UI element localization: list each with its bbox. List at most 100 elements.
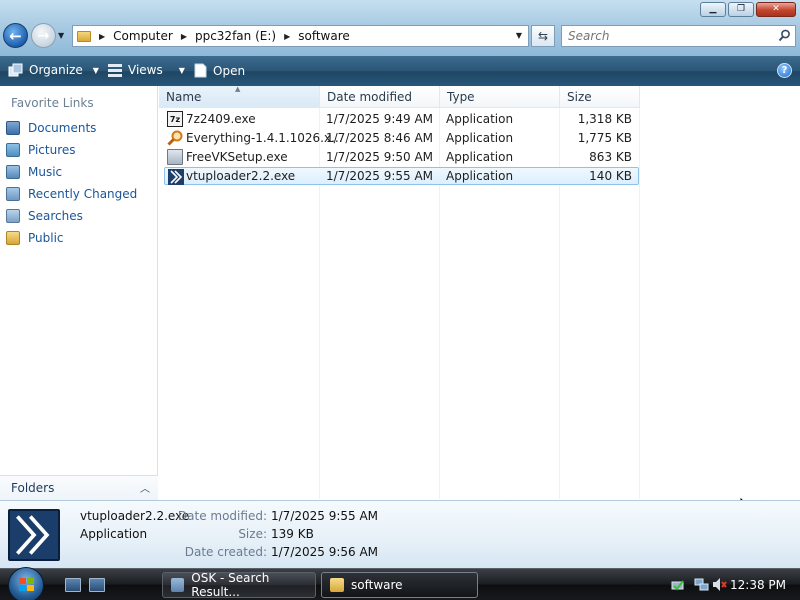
- file-row[interactable]: FreeVKSetup.exe 1/7/2025 9:50 AM Applica…: [164, 148, 639, 166]
- file-type: Application: [446, 131, 514, 145]
- back-button[interactable]: ←: [3, 23, 28, 48]
- column-header-date-modified[interactable]: Date modified: [320, 86, 440, 108]
- taskbar-button-osk[interactable]: OSK - Search Result...: [162, 571, 316, 599]
- show-desktop-icon[interactable]: [65, 578, 81, 592]
- sidebar-item-label: Public: [28, 231, 64, 245]
- maximize-button[interactable]: ❐: [728, 2, 754, 17]
- refresh-button[interactable]: ⇆: [531, 25, 555, 47]
- switch-windows-icon[interactable]: [89, 578, 105, 592]
- windows-logo-icon: [19, 578, 34, 591]
- address-dropdown-icon[interactable]: ▼: [516, 31, 522, 40]
- file-date: 1/7/2025 9:55 AM: [326, 169, 434, 183]
- taskbar: OSK - Search Result... software 12:38 PM: [0, 567, 800, 600]
- details-size: 139 KB: [271, 527, 314, 541]
- file-size: 863 KB: [589, 150, 632, 164]
- notification-area: 12:38 PM: [654, 569, 800, 600]
- pictures-icon: [6, 143, 20, 157]
- sidebar-item-pictures[interactable]: Pictures: [6, 141, 76, 159]
- everything-magnifier-icon: [167, 130, 183, 146]
- taskbar-button-label: OSK - Search Result...: [191, 571, 270, 599]
- breadcrumb-drive[interactable]: ppc32fan (E:): [195, 29, 276, 43]
- column-divider: [639, 108, 640, 499]
- minimize-button[interactable]: ▁: [700, 2, 726, 17]
- chevron-right-icon[interactable]: ▶: [284, 32, 290, 41]
- taskbar-button-label: software: [351, 578, 403, 592]
- address-field[interactable]: ▶ Computer ▶ ppc32fan (E:) ▶ software ▼: [72, 25, 529, 47]
- sidebar-item-recently-changed[interactable]: Recently Changed: [6, 185, 137, 203]
- views-label: Views: [128, 63, 163, 77]
- file-row[interactable]: 7z 7z2409.exe 1/7/2025 9:49 AM Applicati…: [164, 110, 639, 128]
- file-row-selected[interactable]: vtuploader2.2.exe 1/7/2025 9:55 AM Appli…: [164, 167, 639, 185]
- sidebar-item-label: Documents: [28, 121, 97, 135]
- file-name: vtuploader2.2.exe: [186, 169, 296, 183]
- recently-changed-icon: [6, 187, 20, 201]
- osk-app-icon: [171, 578, 185, 592]
- taskbar-button-software[interactable]: software: [321, 572, 478, 598]
- 7zip-icon: 7z: [167, 111, 183, 127]
- searches-icon: [6, 209, 20, 223]
- folder-icon: [77, 30, 91, 42]
- sidebar-item-searches[interactable]: Searches: [6, 207, 83, 225]
- forward-button[interactable]: →: [31, 23, 56, 48]
- vtuploader-icon: [168, 169, 184, 185]
- sidebar-item-label: Recently Changed: [28, 187, 138, 201]
- favorite-links-heading: Favorite Links: [11, 96, 94, 110]
- search-box[interactable]: [561, 25, 796, 47]
- music-icon: [6, 165, 20, 179]
- folder-icon: [330, 578, 344, 592]
- file-type: Application: [446, 150, 514, 164]
- address-bar-region: ▁ ❐ ✕ ← → ▼ ▶ Computer ▶ ppc32fan (E:) ▶…: [0, 0, 800, 56]
- views-icon: [108, 63, 122, 77]
- sidebar-item-public[interactable]: Public: [6, 229, 64, 247]
- details-date-created-label: Date created:: [184, 545, 267, 559]
- organize-label: Organize: [29, 63, 83, 77]
- file-size: 1,775 KB: [577, 131, 632, 145]
- column-header-label: Date modified: [327, 89, 413, 104]
- sidebar-item-music[interactable]: Music: [6, 163, 62, 181]
- column-header-label: Name: [166, 89, 202, 104]
- search-icon[interactable]: [778, 29, 791, 42]
- organize-button[interactable]: Organize ▼: [8, 63, 99, 77]
- volume-muted-icon[interactable]: [712, 577, 727, 592]
- sidebar-item-documents[interactable]: Documents: [6, 119, 96, 137]
- details-date-modified: 1/7/2025 9:55 AM: [271, 509, 379, 523]
- public-folder-icon: [6, 231, 20, 245]
- column-header-label: Size: [567, 89, 592, 104]
- file-date: 1/7/2025 9:50 AM: [326, 150, 434, 164]
- sidebar-item-label: Searches: [28, 209, 83, 223]
- column-header-label: Type: [447, 89, 475, 104]
- views-button[interactable]: Views ▼: [108, 63, 185, 77]
- file-size: 1,318 KB: [577, 112, 632, 126]
- file-row[interactable]: Everything-1.4.1.1026.x... 1/7/2025 8:46…: [164, 129, 639, 147]
- safely-remove-hardware-icon[interactable]: [670, 577, 685, 592]
- file-name: FreeVKSetup.exe: [186, 150, 288, 164]
- column-header-name[interactable]: ▲ Name: [159, 85, 320, 108]
- chevron-down-icon: ▼: [92, 65, 99, 75]
- clock[interactable]: 12:38 PM: [730, 578, 786, 592]
- open-button[interactable]: Open: [194, 63, 245, 78]
- file-date: 1/7/2025 9:49 AM: [326, 112, 434, 126]
- setup-icon: [167, 149, 183, 165]
- column-header-type[interactable]: Type: [440, 86, 560, 108]
- back-arrow-icon: ←: [9, 26, 22, 45]
- help-button[interactable]: ?: [777, 63, 792, 78]
- folders-label: Folders: [11, 481, 55, 495]
- file-date: 1/7/2025 8:46 AM: [326, 131, 434, 145]
- chevron-right-icon[interactable]: ▶: [99, 32, 105, 41]
- open-label: Open: [213, 63, 246, 78]
- close-button[interactable]: ✕: [756, 2, 796, 17]
- breadcrumb-computer[interactable]: Computer: [113, 29, 173, 43]
- search-input[interactable]: [568, 29, 768, 43]
- file-list: ▲ Name Date modified Type Size 7z 7z2409…: [159, 85, 800, 518]
- refresh-icon: ⇆: [537, 29, 549, 43]
- folders-toggle[interactable]: Folders ︿: [0, 475, 158, 500]
- organize-icon: [8, 63, 23, 77]
- start-button[interactable]: [8, 567, 44, 600]
- column-header-size[interactable]: Size: [560, 86, 640, 108]
- chevron-right-icon[interactable]: ▶: [181, 32, 187, 41]
- network-icon[interactable]: [694, 577, 709, 592]
- recent-pages-dropdown-icon[interactable]: ▼: [58, 31, 64, 40]
- details-date-created: 1/7/2025 9:56 AM: [271, 545, 379, 559]
- breadcrumb-folder[interactable]: software: [298, 29, 350, 43]
- command-bar: Organize ▼ Views ▼ Open ?: [0, 56, 800, 86]
